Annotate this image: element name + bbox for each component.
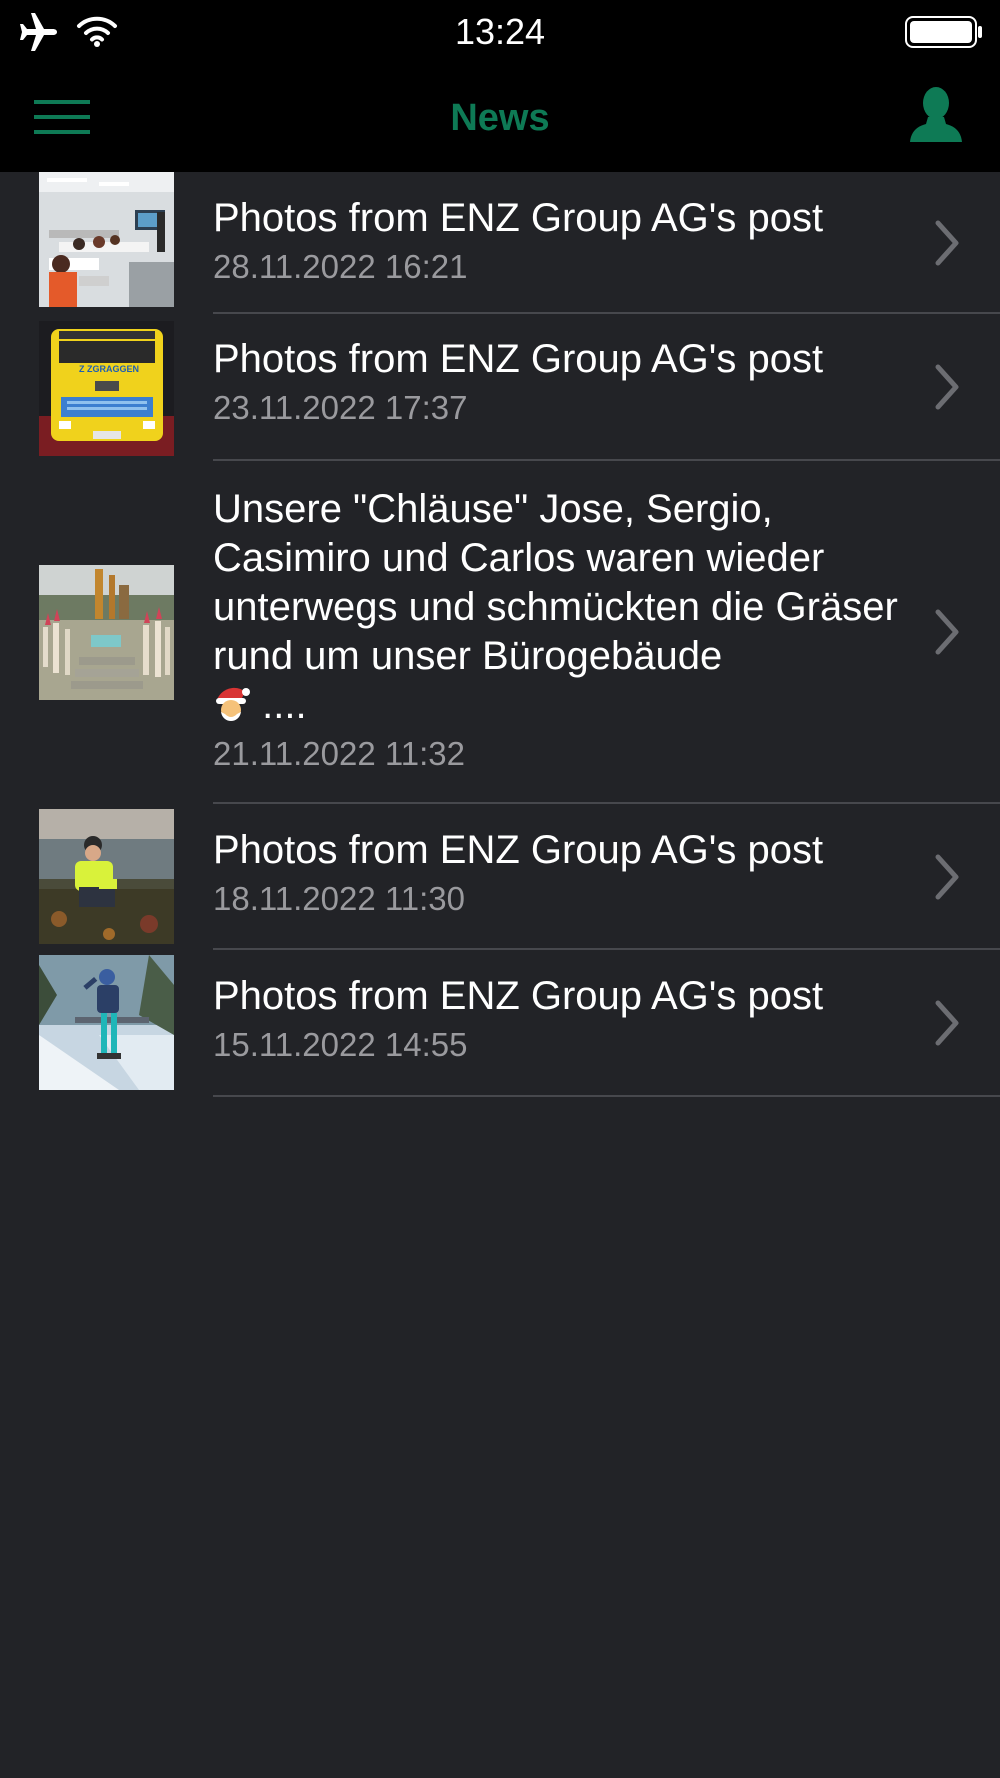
user-profile-icon[interactable] [908,84,964,150]
news-thumbnail [39,955,174,1090]
news-title: Photos from ENZ Group AG's post [213,974,824,1018]
news-item[interactable]: Z ZGRAGGEN Photos from ENZ Group AG's po… [0,314,1000,461]
news-title: Photos from ENZ Group AG's post [213,828,824,872]
news-item[interactable]: Photos from ENZ Group AG's post 18.11.20… [0,804,1000,950]
chevron-right-icon [935,854,959,900]
chevron-right-icon [935,1000,959,1046]
news-item[interactable]: Photos from ENZ Group AG's post 28.11.20… [0,172,1000,314]
status-time: 13:24 [454,11,546,52]
news-date: 21.11.2022 11:32 [213,735,466,772]
santa-emoji-icon [216,687,250,721]
news-title: Photos from ENZ Group AG's post [213,337,824,381]
chevron-right-icon [935,220,959,266]
news-title-ellipsis: .... [251,683,307,727]
news-title: Unsere "Chläuse" Jose, Sergio, Casimiro … [213,485,903,730]
news-thumbnail [39,172,174,307]
news-date: 28.11.2022 16:21 [213,248,468,285]
news-date: 18.11.2022 11:30 [213,880,466,917]
status-bar: 13:24 [0,0,1000,64]
news-thumbnail [39,809,174,944]
news-thumbnail: Z ZGRAGGEN [39,321,174,456]
page-title: News [450,97,550,139]
news-item[interactable]: Photos from ENZ Group AG's post 15.11.20… [0,950,1000,1097]
divider [213,1095,1000,1097]
chevron-right-icon [935,609,959,655]
news-list: Photos from ENZ Group AG's post 28.11.20… [0,172,1000,1097]
news-item[interactable]: Unsere "Chläuse" Jose, Sergio, Casimiro … [0,461,1000,804]
news-title-text: Unsere "Chläuse" Jose, Sergio, Casimiro … [213,487,898,678]
news-date: 23.11.2022 17:37 [213,389,468,426]
nav-bar: News [0,64,1000,172]
news-title: Photos from ENZ Group AG's post [213,196,824,240]
battery-icon [905,16,982,48]
svg-text:Z ZGRAGGEN: Z ZGRAGGEN [79,364,139,374]
news-date: 15.11.2022 14:55 [213,1026,468,1063]
chevron-right-icon [935,364,959,410]
news-thumbnail [39,565,174,700]
